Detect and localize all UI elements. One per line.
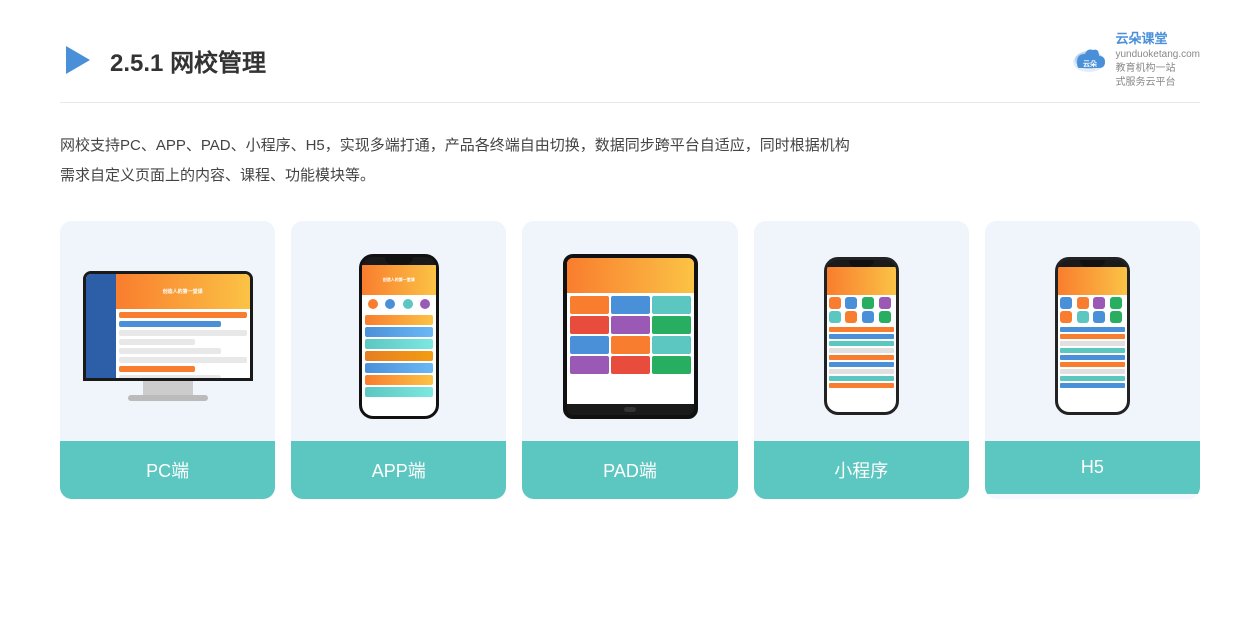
card-app: 创造人的第一堂课 [291,221,506,499]
card-pad-image [522,221,737,441]
cards-section: 创造人的第一堂课 [60,221,1200,499]
card-h5-label: H5 [1081,457,1104,477]
page-title: 2.5.1 网校管理 [110,43,266,78]
card-app-image: 创造人的第一堂课 [291,221,506,441]
brand-text: 云朵课堂 yunduoketang.com 教育机构一站 式服务云平台 [1115,30,1200,90]
pad-mockup [563,254,698,419]
brand-logo: 云朵 云朵课堂 yunduoketang.com 教育机构一站 式服务云平台 [1069,30,1200,90]
mini-phone-miniprogram [824,257,899,415]
page-header: 2.5.1 网校管理 云朵 云朵课堂 yunduoketang.com 教育机构… [60,30,1200,103]
card-pc: 创造人的第一堂课 [60,221,275,499]
card-pc-label-area: PC端 [60,441,275,499]
card-miniprogram-image [754,221,969,441]
page-container: 2.5.1 网校管理 云朵 云朵课堂 yunduoketang.com 教育机构… [0,0,1260,630]
phone-mockup-app: 创造人的第一堂课 [359,254,439,419]
svg-text:云朵: 云朵 [1083,59,1098,68]
card-pad: PAD端 [522,221,737,499]
card-h5: H5 [985,221,1200,499]
card-miniprogram-label-area: 小程序 [754,441,969,499]
card-pc-image: 创造人的第一堂课 [60,221,275,441]
card-app-label: APP端 [372,461,426,481]
header-right: 云朵 云朵课堂 yunduoketang.com 教育机构一站 式服务云平台 [1069,30,1200,90]
logo-arrow-icon [60,42,96,78]
description-text: 网校支持PC、APP、PAD、小程序、H5，实现多端打通，产品各终端自由切换，数… [60,131,1200,191]
card-miniprogram: 小程序 [754,221,969,499]
card-miniprogram-label: 小程序 [834,461,888,481]
card-pc-label: PC端 [146,461,189,481]
header-left: 2.5.1 网校管理 [60,42,266,78]
card-h5-image [985,221,1200,441]
pc-monitor: 创造人的第一堂课 [83,271,253,401]
mini-phone-h5 [1055,257,1130,415]
brand-cloud-icon: 云朵 [1069,40,1109,80]
card-app-label-area: APP端 [291,441,506,499]
card-pad-label-area: PAD端 [522,441,737,499]
card-h5-label-area: H5 [985,441,1200,494]
card-pad-label: PAD端 [603,461,657,481]
